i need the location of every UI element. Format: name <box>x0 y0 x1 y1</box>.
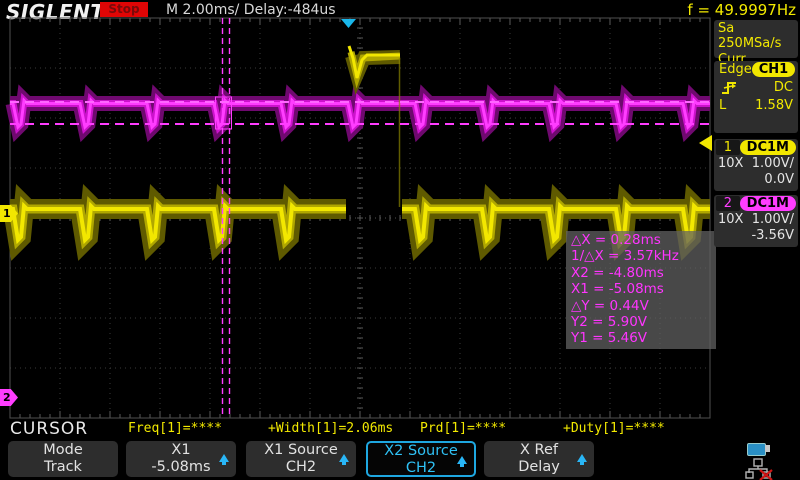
trigger-position-icon[interactable] <box>341 19 356 28</box>
sample-rate: Sa 250MSa/s <box>714 20 798 52</box>
trigger-coupling: DC <box>774 80 793 95</box>
acquisition-panel: Sa 250MSa/s Curr 7.00Mpts <box>714 20 798 58</box>
measurement-duty: +Duty[1]=**** <box>563 421 665 436</box>
measurement-period: Prd[1]=**** <box>420 421 506 436</box>
rising-edge-icon <box>719 79 739 96</box>
chevron-up-icon <box>577 454 587 462</box>
ch1-probe: 10X <box>718 156 743 172</box>
trigger-level-icon[interactable] <box>699 135 712 151</box>
ch2-info-panel[interactable]: 2 DC1M 10X 1.00V/ -3.56V <box>714 195 798 247</box>
trigger-type: Edge <box>719 62 752 77</box>
button-title: Mode <box>8 442 118 459</box>
cursor-mode-title: CURSOR <box>10 419 88 439</box>
trigger-level-label: L <box>719 98 726 113</box>
ch1-info-panel[interactable]: 1 DC1M 10X 1.00V/ 0.0V <box>714 139 798 191</box>
usb-icon <box>747 443 766 456</box>
readout-line: Y2 = 5.90V <box>571 314 711 330</box>
ch2-coupling-badge: DC1M <box>740 196 796 211</box>
menu-button-x-ref[interactable]: X RefDelay <box>484 441 594 477</box>
readout-line: Y1 = 5.46V <box>571 330 711 346</box>
trigger-level-value: 1.58V <box>755 98 793 113</box>
ch2-offset: -3.56V <box>751 228 794 244</box>
ch1-scale: 1.00V/ <box>752 156 794 172</box>
ch2-probe: 10X <box>718 212 743 228</box>
ch1-offset: 0.0V <box>764 172 794 188</box>
usb-plug-icon <box>765 445 770 452</box>
ch2-number: 2 <box>716 196 740 211</box>
chevron-up-icon <box>219 454 229 462</box>
readout-line: △Y = 0.44V <box>571 298 711 314</box>
trigger-source-badge: CH1 <box>752 62 795 77</box>
menu-button-mode[interactable]: ModeTrack <box>8 441 118 477</box>
readout-line: X2 = -4.80ms <box>571 265 711 281</box>
measurement-freq: Freq[1]=**** <box>128 421 222 436</box>
menu-button-x1[interactable]: X1-5.08ms <box>126 441 236 477</box>
ch2-scale: 1.00V/ <box>752 212 794 228</box>
button-value: Track <box>8 459 118 476</box>
menu-button-x1-source[interactable]: X1 SourceCH2 <box>246 441 356 477</box>
chevron-up-icon <box>457 456 467 464</box>
chevron-up-icon <box>339 454 349 462</box>
cursor-readout-panel: △X = 0.28ms 1/△X = 3.57kHz X2 = -4.80ms … <box>566 231 716 349</box>
oscilloscope-screen: { "header": { "brand": "SIGLENT", "run_s… <box>0 0 800 480</box>
readout-line: 1/△X = 3.57kHz <box>571 248 711 264</box>
ch1-number: 1 <box>716 140 740 155</box>
ch1-coupling-badge: DC1M <box>740 140 796 155</box>
menu-button-x2-source[interactable]: X2 SourceCH2 <box>366 441 476 477</box>
trigger-panel[interactable]: Edge CH1 DC L 1.58V <box>714 61 798 133</box>
readout-line: △X = 0.28ms <box>571 232 711 248</box>
measurement-pwidth: +Width[1]=2.06ms <box>268 421 393 436</box>
readout-line: X1 = -5.08ms <box>571 281 711 297</box>
lan-disconnected-icon <box>745 458 773 480</box>
